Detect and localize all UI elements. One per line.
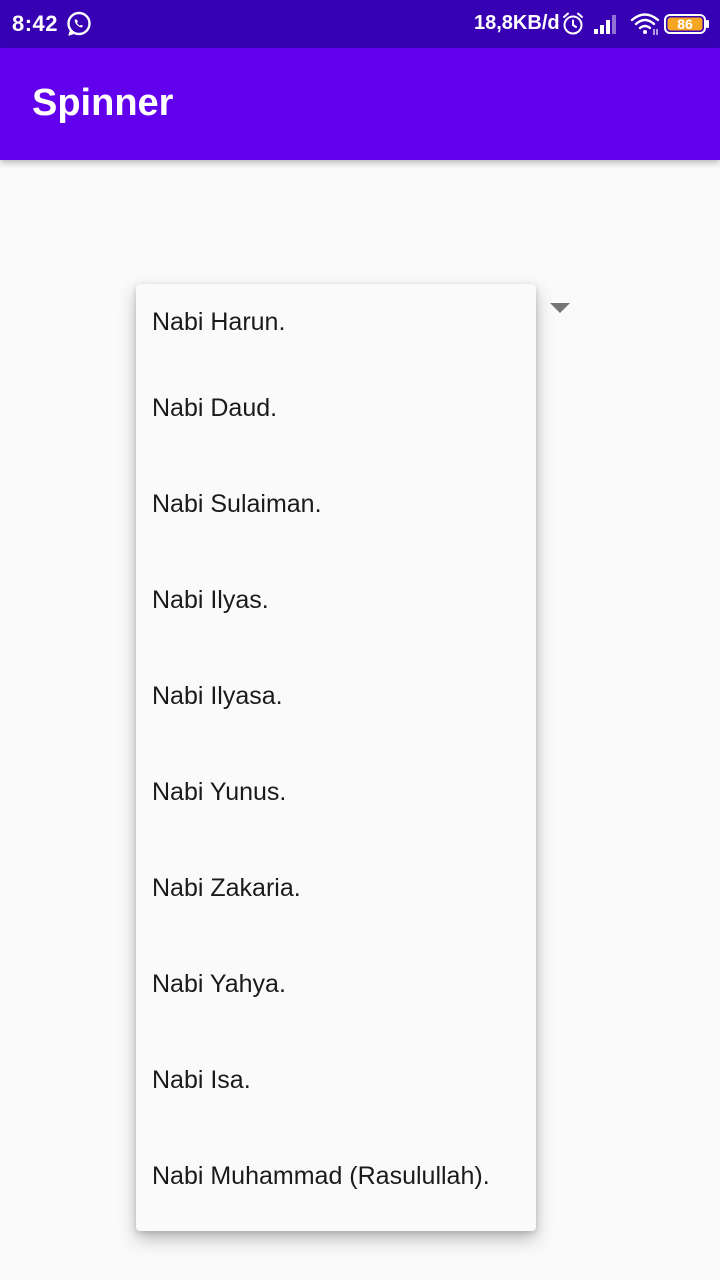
network-speed: 18,8KB/d — [474, 12, 560, 34]
dropdown-item[interactable]: Nabi Muhammad (Rasulullah). — [136, 1128, 536, 1224]
signal-icon — [594, 15, 616, 34]
battery-level: 86 — [677, 16, 693, 32]
status-bar: 8:42 18,8KB/d 86 — [0, 0, 720, 48]
app-bar: Spinner — [0, 48, 720, 160]
dropdown-item[interactable]: Nabi Yahya. — [136, 936, 536, 1032]
status-time: 8:42 — [12, 11, 59, 36]
alarm-icon — [563, 12, 583, 35]
dropdown-item[interactable]: Nabi Sulaiman. — [136, 456, 536, 552]
dropdown-item[interactable]: Nabi Zakaria. — [136, 840, 536, 936]
dropdown-item[interactable]: Nabi Ilyas. — [136, 552, 536, 648]
dropdown-item[interactable]: Nabi Harun. — [136, 284, 536, 360]
wifi-icon — [630, 13, 660, 35]
spinner-dropdown: Nabi Harun. Nabi Daud. Nabi Sulaiman. Na… — [136, 284, 536, 1231]
whatsapp-icon — [67, 11, 91, 36]
dropdown-item[interactable]: Nabi Yunus. — [136, 744, 536, 840]
dropdown-item[interactable]: Nabi Ilyasa. — [136, 648, 536, 744]
dropdown-arrow-icon[interactable] — [550, 303, 570, 313]
app-title: Spinner — [32, 82, 174, 124]
dropdown-item[interactable]: Nabi Daud. — [136, 360, 536, 456]
dropdown-item[interactable]: Nabi Isa. — [136, 1032, 536, 1128]
